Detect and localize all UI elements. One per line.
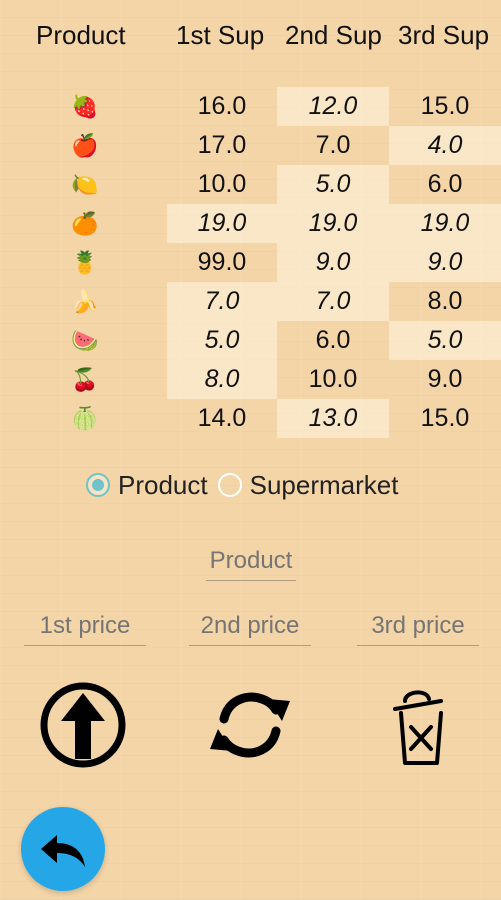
product-field <box>206 542 296 581</box>
price-2nd-sup: 10.0 <box>308 365 358 393</box>
delete-button[interactable] <box>362 670 472 780</box>
radio-supermarket-label: Supermarket <box>249 469 399 500</box>
price-2nd-sup: 19.0 <box>277 204 389 243</box>
radio-product[interactable]: Product <box>86 470 208 501</box>
upload-button[interactable] <box>28 670 138 780</box>
pineapple-icon: 🍍 <box>71 250 99 275</box>
price-3rd-sup: 4.0 <box>389 126 501 165</box>
price-3rd-sup: 5.0 <box>389 321 501 360</box>
price-fields <box>0 607 501 647</box>
cherries-icon: 🍒 <box>71 367 99 392</box>
price-2nd-sup: 7.0 <box>277 282 389 321</box>
product-input[interactable] <box>206 542 296 580</box>
price-1st-sup: 5.0 <box>167 321 277 360</box>
orange-icon: 🍊 <box>71 211 99 236</box>
price-2nd-sup: 13.0 <box>277 399 389 438</box>
radio-circle-unselected <box>217 473 242 497</box>
back-button[interactable] <box>21 807 105 891</box>
apple-icon: 🍎 <box>71 133 99 158</box>
second-price-field <box>189 607 311 646</box>
table-row[interactable]: 🍓 16.0 12.0 15.0 <box>0 87 501 126</box>
price-2nd-sup: 9.0 <box>277 243 389 282</box>
table-row[interactable]: 🍋 10.0 5.0 6.0 <box>0 165 501 204</box>
table-row[interactable]: 🍎 17.0 7.0 4.0 <box>0 126 501 165</box>
table-header: Product 1st Sup 2nd Sup 3rd Sup <box>0 12 501 60</box>
table-row[interactable]: 🍊 19.0 19.0 19.0 <box>0 204 501 243</box>
radio-product-label: Product <box>118 469 208 500</box>
price-1st-sup: 7.0 <box>167 282 277 321</box>
header-1st-sup: 1st Sup <box>176 20 265 50</box>
lemon-icon: 🍋 <box>71 172 99 197</box>
price-3rd-sup: 15.0 <box>420 92 470 120</box>
banana-icon: 🍌 <box>71 289 99 314</box>
price-1st-sup: 14.0 <box>197 404 247 432</box>
strawberry-icon: 🍓 <box>71 94 99 119</box>
back-arrow-icon <box>41 835 85 867</box>
third-price-field <box>357 607 479 646</box>
table-row[interactable]: 🍈 14.0 13.0 15.0 <box>0 399 501 438</box>
table-row[interactable]: 🍌 7.0 7.0 8.0 <box>0 282 501 321</box>
action-buttons <box>0 670 501 780</box>
header-product: Product <box>36 20 126 50</box>
melon-icon: 🍈 <box>71 406 99 431</box>
radio-circle-selected <box>86 473 110 497</box>
header-3rd-sup: 3rd Sup <box>398 20 490 50</box>
price-1st-sup: 19.0 <box>167 204 277 243</box>
upload-icon <box>40 682 126 768</box>
price-1st-sup: 16.0 <box>197 92 247 120</box>
price-1st-sup: 99.0 <box>197 248 247 276</box>
table-row[interactable]: 🍍 99.0 9.0 9.0 <box>0 243 501 282</box>
second-price-input[interactable] <box>189 607 311 645</box>
price-2nd-sup: 12.0 <box>277 87 389 126</box>
radio-supermarket[interactable]: Supermarket <box>217 469 399 501</box>
price-3rd-sup: 6.0 <box>427 170 463 198</box>
price-3rd-sup: 9.0 <box>389 243 501 282</box>
refresh-button[interactable] <box>195 670 305 780</box>
table-rows: 🍓 16.0 12.0 15.0 🍎 17.0 7.0 4.0 🍋 10.0 5… <box>0 87 501 438</box>
header-2nd-sup: 2nd Sup <box>285 20 382 50</box>
price-3rd-sup: 9.0 <box>427 365 463 393</box>
price-3rd-sup: 15.0 <box>420 404 470 432</box>
price-1st-sup: 10.0 <box>197 170 247 198</box>
third-price-input[interactable] <box>357 607 479 645</box>
refresh-icon <box>210 692 290 758</box>
price-2nd-sup: 5.0 <box>277 165 389 204</box>
price-1st-sup: 8.0 <box>167 360 277 399</box>
watermelon-icon: 🍉 <box>71 328 99 353</box>
price-2nd-sup: 7.0 <box>315 131 351 159</box>
price-3rd-sup: 19.0 <box>389 204 501 243</box>
trash-delete-icon <box>393 690 443 765</box>
table-row[interactable]: 🍉 5.0 6.0 5.0 <box>0 321 501 360</box>
mode-radio-group: Product Supermarket <box>86 468 398 502</box>
first-price-input[interactable] <box>24 607 146 645</box>
price-3rd-sup: 8.0 <box>427 287 463 315</box>
first-price-field <box>24 607 146 646</box>
price-1st-sup: 17.0 <box>197 131 247 159</box>
radio-selected-dot <box>92 479 104 491</box>
table-row[interactable]: 🍒 8.0 10.0 9.0 <box>0 360 501 399</box>
price-2nd-sup: 6.0 <box>315 326 351 354</box>
